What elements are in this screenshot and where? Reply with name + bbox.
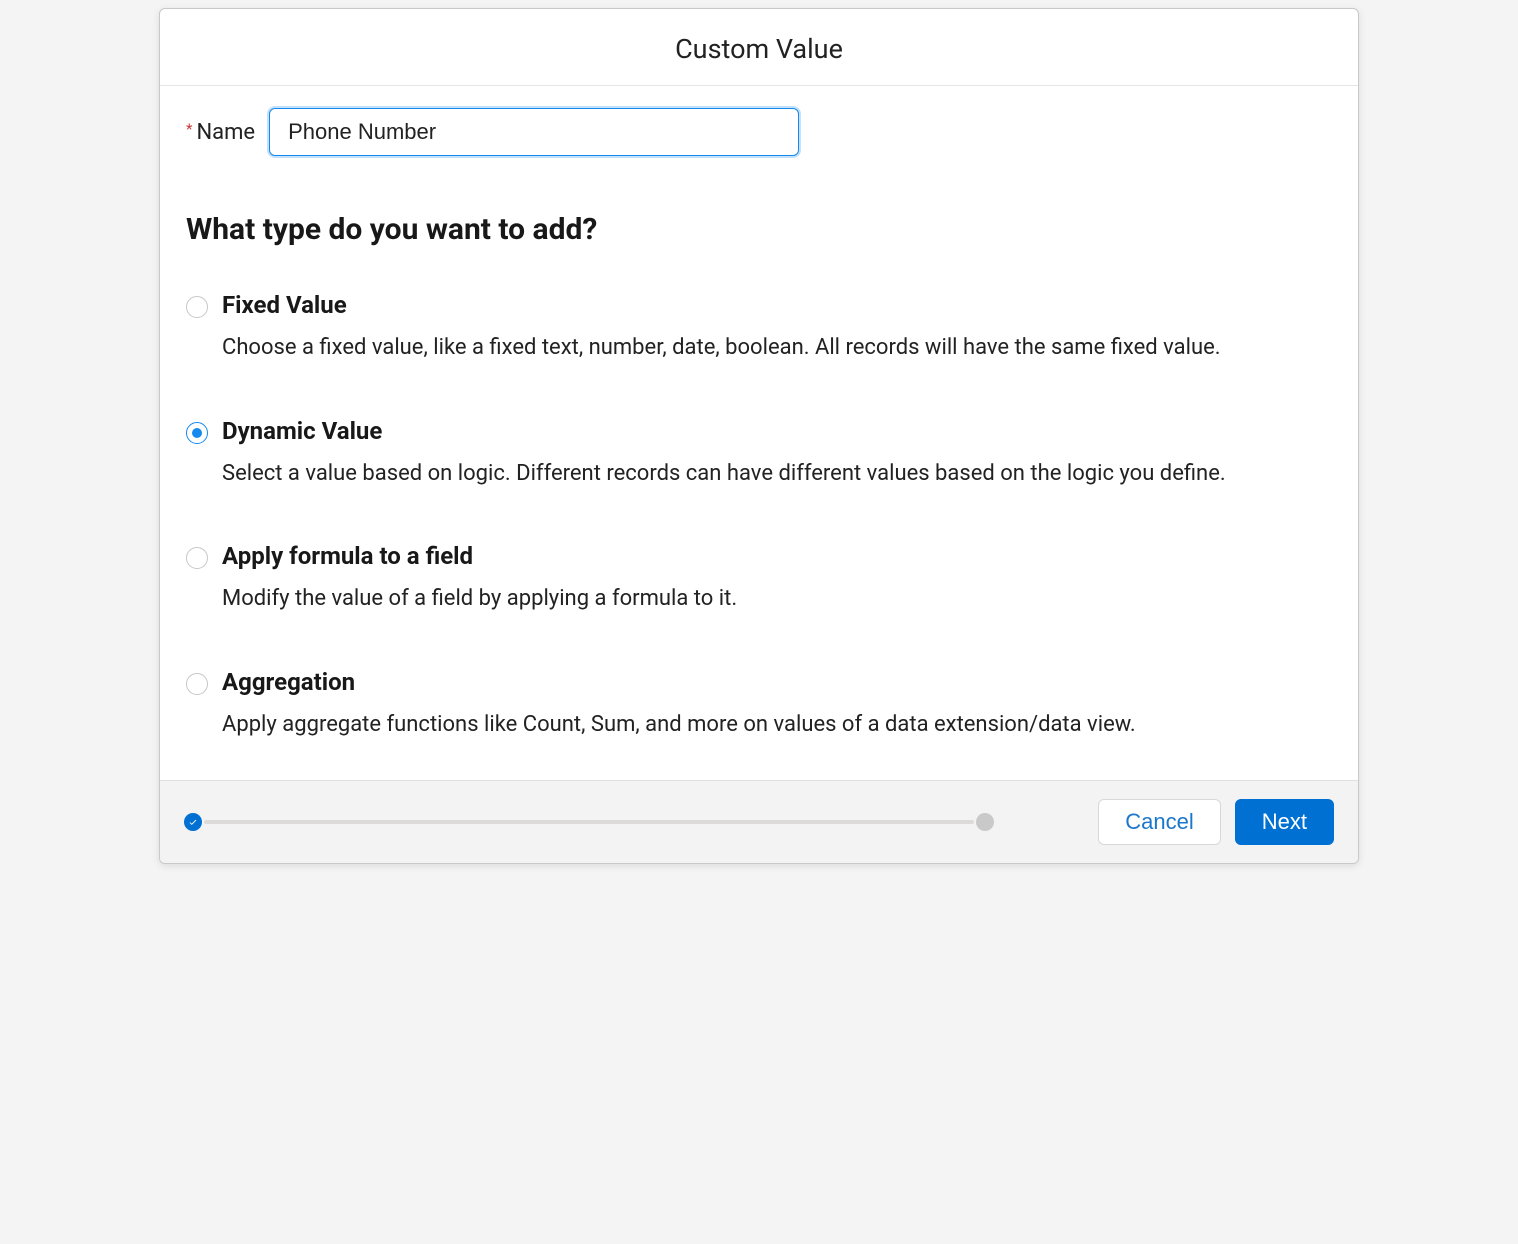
option-content: Apply formula to a field Modify the valu… [222, 542, 737, 614]
option-fixed-value[interactable]: Fixed Value Choose a fixed value, like a… [186, 291, 1332, 363]
option-title: Aggregation [222, 668, 1136, 696]
radio-apply-formula[interactable] [186, 547, 208, 569]
required-indicator: * [186, 120, 192, 138]
type-options: Fixed Value Choose a fixed value, like a… [186, 291, 1332, 740]
modal-footer: Cancel Next [160, 780, 1358, 863]
option-content: Aggregation Apply aggregate functions li… [222, 668, 1136, 740]
radio-fixed-value[interactable] [186, 296, 208, 318]
option-aggregation[interactable]: Aggregation Apply aggregate functions li… [186, 668, 1332, 740]
option-desc: Apply aggregate functions like Count, Su… [222, 710, 1136, 740]
next-button[interactable]: Next [1235, 799, 1334, 845]
option-title: Fixed Value [222, 291, 1221, 319]
radio-dynamic-value[interactable] [186, 422, 208, 444]
modal-body: * Name What type do you want to add? Fix… [160, 86, 1358, 780]
cancel-button[interactable]: Cancel [1098, 799, 1220, 845]
name-label: Name [196, 120, 255, 145]
option-title: Apply formula to a field [222, 542, 737, 570]
name-field-row: * Name [186, 108, 1332, 156]
modal-title: Custom Value [160, 33, 1358, 65]
name-input[interactable] [269, 108, 799, 156]
option-dynamic-value[interactable]: Dynamic Value Select a value based on lo… [186, 417, 1332, 489]
footer-buttons: Cancel Next [1098, 799, 1334, 845]
type-section-heading: What type do you want to add? [186, 212, 1332, 247]
custom-value-modal: Custom Value * Name What type do you wan… [159, 8, 1359, 864]
step-2-pending-icon [976, 813, 994, 831]
option-desc: Modify the value of a field by applying … [222, 584, 737, 614]
option-desc: Select a value based on logic. Different… [222, 459, 1226, 489]
step-1-done-icon [184, 813, 202, 831]
option-desc: Choose a fixed value, like a fixed text,… [222, 333, 1221, 363]
option-title: Dynamic Value [222, 417, 1226, 445]
option-content: Dynamic Value Select a value based on lo… [222, 417, 1226, 489]
progress-line [204, 820, 974, 824]
progress-indicator [184, 813, 994, 831]
option-content: Fixed Value Choose a fixed value, like a… [222, 291, 1221, 363]
option-apply-formula[interactable]: Apply formula to a field Modify the valu… [186, 542, 1332, 614]
radio-aggregation[interactable] [186, 673, 208, 695]
modal-header: Custom Value [160, 9, 1358, 86]
